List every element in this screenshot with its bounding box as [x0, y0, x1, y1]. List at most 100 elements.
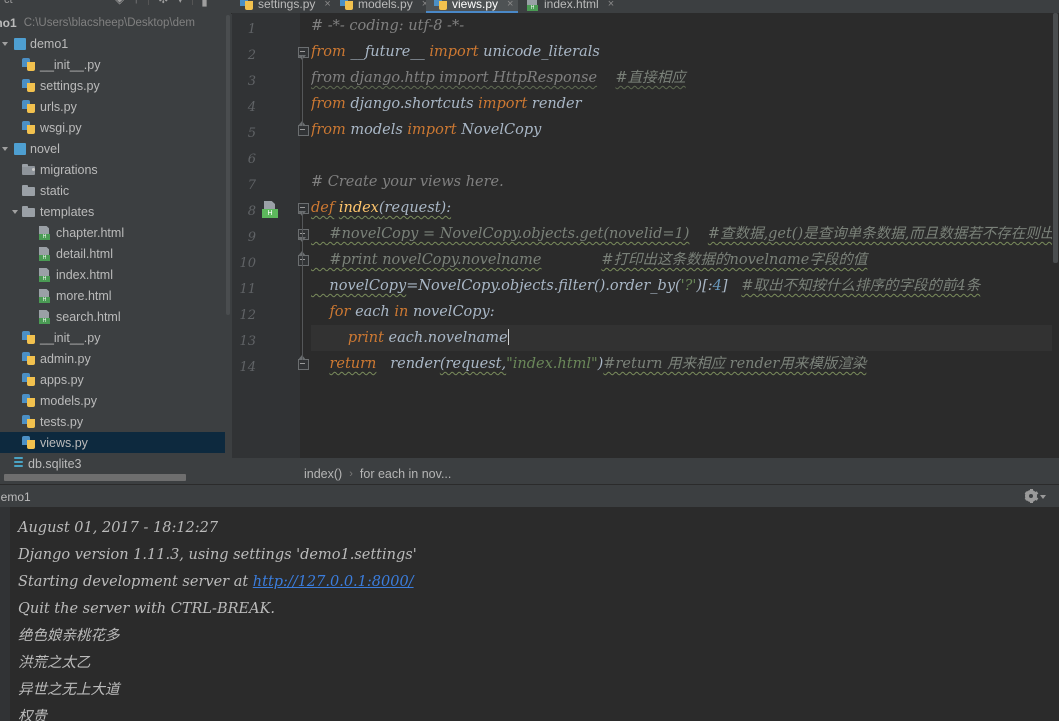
run-console-output[interactable]: August 01, 2017 - 18:12:27Django version…: [0, 507, 1059, 721]
bug-icon[interactable]: ✻: [158, 0, 168, 5]
editor-tab-models-py[interactable]: models.py×: [332, 0, 426, 13]
breadcrumb-item[interactable]: for each in nov...: [360, 467, 452, 481]
tree-item--init-py[interactable]: __init__.py: [0, 54, 231, 75]
forward-icon[interactable]: ↑: [133, 0, 139, 5]
tree-item-admin-py[interactable]: admin.py: [0, 348, 231, 369]
python-icon: [22, 58, 36, 72]
code-line[interactable]: novelCopy=NovelCopy.objects.filter().ord…: [311, 273, 980, 299]
toolbar-separator-2: [192, 0, 193, 5]
console-line-text: Django version 1.11.3, using settings 'd…: [18, 547, 417, 563]
tree-item-migrations[interactable]: migrations: [0, 159, 231, 180]
code-token: (request,: [440, 356, 506, 372]
code-token: [541, 252, 601, 268]
code-token: #return 用来相应 render用来模版渲染: [603, 356, 866, 372]
code-content[interactable]: # -*- coding: utf-8 -*-from __future__ i…: [311, 13, 1059, 458]
code-fold-handle[interactable]: [298, 47, 310, 59]
tree-item-label: tests.py: [40, 415, 83, 429]
tree-item-wsgi-py[interactable]: wsgi.py: [0, 117, 231, 138]
code-line[interactable]: # Create your views here.: [311, 169, 504, 195]
python-icon: [22, 79, 36, 93]
tree-item-tests-py[interactable]: tests.py: [0, 411, 231, 432]
gear-icon[interactable]: [1025, 490, 1049, 504]
line-number: 11: [239, 282, 256, 297]
tree-item-templates[interactable]: templates: [0, 201, 231, 222]
code-token: [311, 330, 348, 346]
code-line[interactable]: print each.novelname: [311, 325, 509, 351]
chevron-down-icon[interactable]: [1040, 495, 1046, 499]
tree-item-urls-py[interactable]: urls.py: [0, 96, 231, 117]
code-line[interactable]: def index(request):: [311, 195, 451, 221]
run-template-marker-icon[interactable]: H: [262, 201, 280, 218]
chevron-down-icon[interactable]: [2, 39, 11, 48]
editor-tab-settings-py[interactable]: settings.py×: [232, 0, 332, 13]
code-line[interactable]: #novelCopy = NovelCopy.objects.get(novel…: [311, 221, 1059, 247]
code-line[interactable]: #print novelCopy.novelname #打印出这条数据的nove…: [311, 247, 867, 273]
editor-tab-bar[interactable]: settings.py×models.py×views.py×index.htm…: [232, 0, 1059, 13]
sidebar-vertical-scrollbar[interactable]: [226, 15, 230, 315]
editor-tab-index-html[interactable]: index.html ×: [518, 0, 613, 13]
tree-item-views-py[interactable]: views.py: [0, 432, 231, 453]
code-fold-handle[interactable]: [298, 255, 310, 267]
editor-gutter[interactable]: 1234567891011121314: [232, 13, 300, 458]
editor-vertical-scrollbar[interactable]: [1052, 13, 1059, 458]
tree-item-search-html[interactable]: search.html: [0, 306, 231, 327]
tree-item-label: db.sqlite3: [28, 457, 82, 471]
breadcrumb-item[interactable]: index(): [304, 467, 342, 481]
code-line[interactable]: # -*- coding: utf-8 -*-: [311, 13, 464, 39]
chevron-down-icon[interactable]: [12, 207, 21, 216]
tree-item-static[interactable]: static: [0, 180, 231, 201]
html-icon: [38, 289, 52, 303]
code-fold-handle[interactable]: [298, 203, 310, 215]
line-number: 9: [248, 230, 256, 245]
code-line[interactable]: for each in novelCopy:: [311, 299, 495, 325]
line-number: 8: [248, 204, 256, 219]
sidebar-horizontal-scrollbar[interactable]: [0, 473, 231, 482]
tree-item-models-py[interactable]: models.py: [0, 390, 231, 411]
console-line: Django version 1.11.3, using settings 'd…: [18, 542, 417, 569]
code-token: #取出不知按什么排序的字段的前4条: [741, 278, 980, 294]
code-fold-handle[interactable]: [298, 359, 310, 371]
close-icon[interactable]: ×: [608, 0, 614, 10]
code-line[interactable]: from django.shortcuts import render: [311, 91, 582, 117]
code-fold-handle[interactable]: [298, 229, 310, 241]
editor-vscroll-thumb[interactable]: [1053, 13, 1058, 263]
code-token: [311, 356, 329, 372]
stop-icon[interactable]: ▌: [202, 0, 211, 5]
back-icon[interactable]: ◈: [115, 0, 124, 5]
tree-item-detail-html[interactable]: detail.html: [0, 243, 231, 264]
close-icon[interactable]: ×: [324, 0, 330, 10]
chevron-down-icon[interactable]: [2, 144, 11, 153]
close-icon[interactable]: ×: [507, 0, 513, 10]
tree-item-label: templates: [40, 205, 94, 219]
tree-item-db-sqlite3[interactable]: db.sqlite3: [0, 453, 231, 474]
project-panel: mo1 C:\Users\blacsheep\Desktop\dem demo1…: [0, 13, 231, 477]
html-icon: [38, 226, 52, 240]
python-icon: [22, 373, 36, 387]
python-icon: [22, 121, 36, 135]
tree-item-demo1[interactable]: demo1: [0, 33, 231, 54]
tree-item-label: chapter.html: [56, 226, 124, 240]
code-token: django.shortcuts: [346, 96, 478, 112]
tree-item-more-html[interactable]: more.html: [0, 285, 231, 306]
console-line-text: 异世之无上大道: [18, 682, 120, 698]
code-line[interactable]: from models import NovelCopy: [311, 117, 541, 143]
code-line[interactable]: from django.http import HttpResponse #直接…: [311, 65, 686, 91]
dropdown-icon[interactable]: ▾: [177, 0, 183, 5]
project-tree[interactable]: demo1__init__.pysettings.pyurls.pywsgi.p…: [0, 33, 231, 477]
sidebar-hscroll-thumb[interactable]: [4, 474, 186, 481]
tree-item-index-html[interactable]: index.html: [0, 264, 231, 285]
code-line[interactable]: from __future__ import unicode_literals: [311, 39, 600, 65]
editor-tab-label: index.html: [544, 0, 599, 11]
server-url-link[interactable]: http://127.0.0.1:8000/: [253, 574, 414, 590]
tree-item-chapter-html[interactable]: chapter.html: [0, 222, 231, 243]
tree-item-novel[interactable]: novel: [0, 138, 231, 159]
code-token: novelCopy:: [408, 304, 494, 320]
tree-item-settings-py[interactable]: settings.py: [0, 75, 231, 96]
tree-item-apps-py[interactable]: apps.py: [0, 369, 231, 390]
tree-item--init-py[interactable]: __init__.py: [0, 327, 231, 348]
code-token: novelCopy: [311, 278, 406, 294]
code-line[interactable]: return render(request,"index.html")#retu…: [311, 351, 866, 377]
toolbar-left-label: ct: [4, 0, 13, 6]
project-header[interactable]: mo1 C:\Users\blacsheep\Desktop\dem: [0, 13, 231, 33]
code-fold-handle[interactable]: [298, 125, 310, 137]
